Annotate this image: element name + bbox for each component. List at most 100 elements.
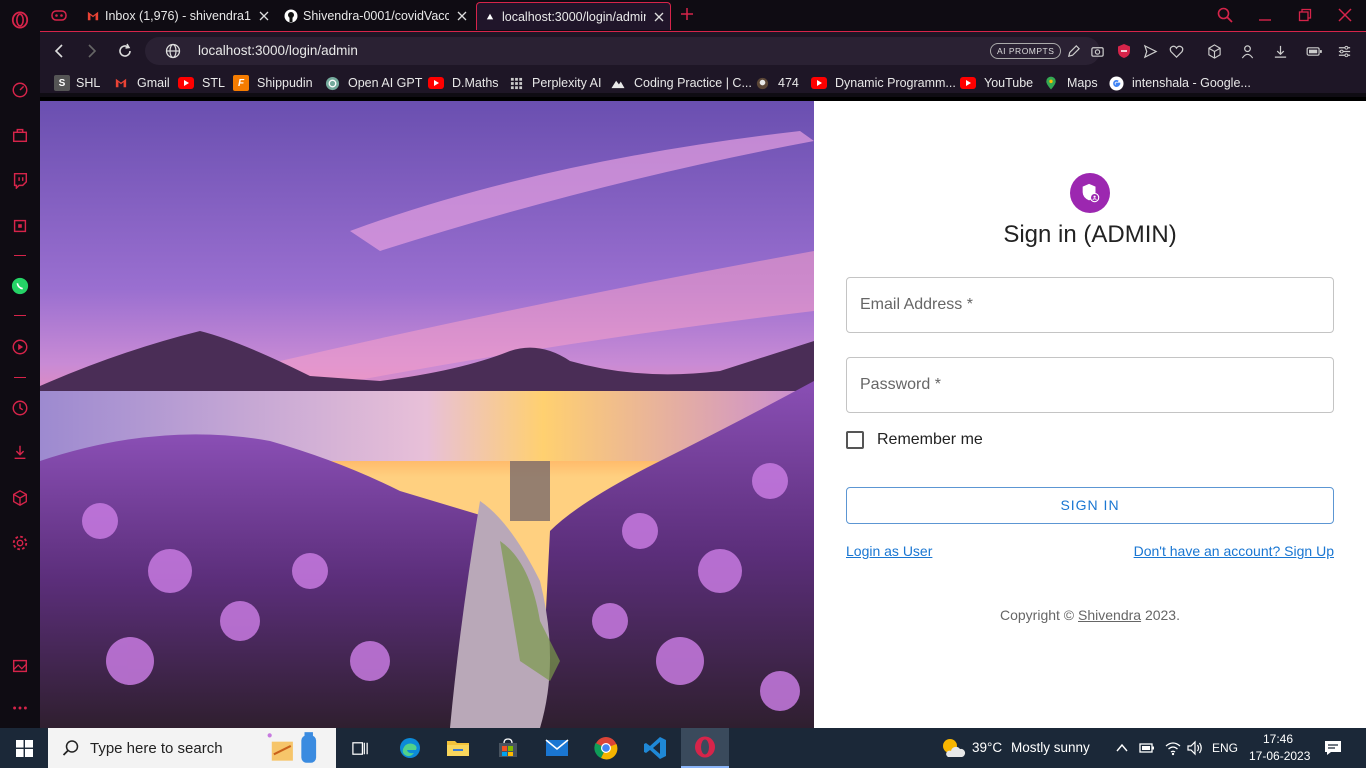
clock-date[interactable]: 17-06-2023 [1249,749,1310,763]
password-field[interactable] [846,357,1334,413]
sign-up-link[interactable]: Don't have an account? Sign Up [1134,543,1334,559]
twitch-icon[interactable] [10,170,30,190]
restore-icon[interactable] [1298,8,1312,22]
bookmark-item[interactable]: D.Maths [428,75,499,91]
send-icon[interactable] [1141,42,1159,60]
chevron-up-icon[interactable] [1115,741,1129,755]
notification-icon[interactable] [1324,739,1342,757]
whatsapp-icon[interactable] [10,276,30,296]
opera-sidebar [0,0,40,728]
screen: Inbox (1,976) - shivendra18 Shivendra-00… [0,0,1366,768]
language-indicator[interactable]: ENG [1212,741,1238,755]
easy-setup-icon[interactable] [1335,42,1353,60]
url-bar[interactable]: localhost:3000/login/admin AI PROMPTS [145,37,1104,65]
bookmark-item[interactable]: Coding Practice | C... [610,75,752,91]
email-field[interactable] [846,277,1334,333]
new-tab-plus-icon[interactable] [680,7,694,21]
start-button[interactable] [0,728,48,768]
bookmark-item[interactable]: intenshala - Google... [1108,75,1251,91]
copyright-year: 2023. [1144,607,1180,623]
bookmark-label: Gmail [137,76,170,90]
url-text[interactable]: localhost:3000/login/admin [198,43,358,58]
tab-github[interactable]: Shivendra-0001/covidVacci [278,2,470,30]
remember-checkbox[interactable] [846,431,864,449]
tab-localhost-admin[interactable]: localhost:3000/login/admin [476,2,671,30]
bookmark-item[interactable]: 474 [754,75,799,91]
reload-icon[interactable] [115,41,135,61]
back-arrow-icon[interactable] [49,41,69,61]
battery-icon[interactable] [1139,741,1155,755]
settings-gear-icon[interactable] [10,533,30,553]
download-icon[interactable] [1271,42,1289,60]
mail-icon[interactable] [533,728,581,768]
weather-desc[interactable]: Mostly sunny [1011,740,1090,755]
bookmark-item[interactable]: Perplexity AI [508,75,601,91]
page-icon [483,10,497,24]
pinboard-icon[interactable] [10,656,30,676]
bookmark-item[interactable]: S SHL [54,75,100,91]
bookmark-item[interactable]: Dynamic Programm... [811,75,956,91]
bookmark-item[interactable]: F Shippudin [233,75,313,91]
weather-temp[interactable]: 39°C [972,740,1002,755]
speed-dial-icon[interactable] [10,80,30,100]
close-window-icon[interactable] [1338,8,1352,22]
copyright-author-link[interactable]: Shivendra [1078,607,1141,623]
password-input[interactable] [860,358,1320,412]
forward-arrow-icon[interactable] [82,41,102,61]
adblock-shield-icon[interactable] [1115,42,1133,60]
vscode-icon[interactable] [631,728,679,768]
login-as-user-link[interactable]: Login as User [846,543,932,559]
page-viewport: Sign in (ADMIN) Remember me SIGN IN Logi… [40,101,1366,728]
extensions-cube-icon[interactable] [10,488,30,508]
sign-in-button[interactable]: SIGN IN [846,487,1334,524]
bookmark-item[interactable]: STL [178,75,225,91]
close-icon[interactable] [455,9,469,23]
cube-icon[interactable] [1205,42,1223,60]
history-icon[interactable] [10,398,30,418]
heart-icon[interactable] [1167,42,1185,60]
tab-gmail[interactable]: Inbox (1,976) - shivendra18 [80,2,272,30]
bookmark-item[interactable]: YouTube [960,75,1033,91]
cpu-icon[interactable] [10,216,30,236]
player-icon[interactable] [10,337,30,357]
edge-icon[interactable] [386,728,434,768]
shopping-icon[interactable] [10,125,30,145]
opera-logo-icon[interactable] [10,10,30,30]
battery-saver-icon[interactable] [1305,42,1323,60]
file-explorer-icon[interactable] [434,728,482,768]
search-tabs-icon[interactable] [1216,6,1234,24]
ai-prompts-button[interactable]: AI PROMPTS [990,43,1062,59]
clock-time[interactable]: 17:46 [1263,732,1293,746]
tab-title: Inbox (1,976) - shivendra18 [105,9,251,23]
camera-snapshot-icon[interactable] [1089,43,1105,59]
weather-sun-icon[interactable] [940,737,966,759]
taskbar-search[interactable]: Type here to search [48,728,336,768]
edit-icon[interactable] [1065,43,1081,59]
downloads-icon[interactable] [10,442,30,462]
email-input[interactable] [860,278,1320,332]
profile-icon[interactable] [1238,42,1256,60]
youtube-icon [960,75,976,91]
close-icon[interactable] [652,10,666,24]
store-icon[interactable] [484,728,532,768]
search-placeholder: Type here to search [90,739,223,757]
chrome-icon[interactable] [582,728,630,768]
admin-shield-avatar [1070,173,1110,213]
bookmark-item[interactable]: Gmail [113,75,170,91]
gmail-icon [86,9,100,23]
more-dots-icon[interactable] [10,698,30,718]
opera-taskbar-icon[interactable] [681,728,729,768]
task-view-icon[interactable] [336,728,384,768]
mountain-icon [610,75,626,91]
minimize-icon[interactable] [1258,8,1272,22]
codechef-icon [754,75,770,91]
close-icon[interactable] [257,9,271,23]
wifi-icon[interactable] [1164,740,1182,756]
workspaces-icon[interactable] [50,7,68,23]
remember-me[interactable]: Remember me [846,431,983,449]
volume-icon[interactable] [1186,740,1204,756]
bookmark-label: Open AI GPT [348,76,423,90]
openai-icon [324,75,340,91]
bookmark-item[interactable]: Maps [1043,75,1098,91]
bookmark-item[interactable]: Open AI GPT [324,75,422,91]
